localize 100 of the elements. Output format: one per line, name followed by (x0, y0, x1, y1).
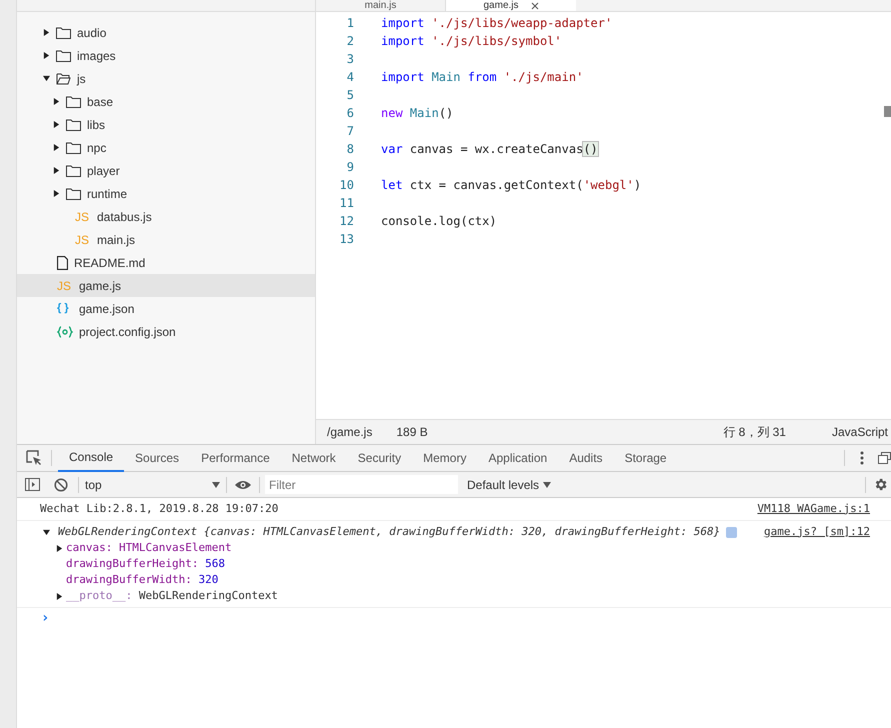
line-number: 8 (346, 141, 354, 158)
line-number: 12 (338, 213, 354, 230)
file-tree-item[interactable]: JS main.js (17, 228, 315, 251)
line-number: 6 (346, 105, 354, 122)
file-name: libs (87, 116, 106, 134)
line-number: 10 (338, 177, 354, 194)
line-number: 5 (346, 87, 354, 104)
file-tree-item[interactable]: player (17, 159, 315, 182)
file-path: /game.js (327, 424, 372, 441)
line-number: 4 (346, 69, 354, 86)
sidebar-toggle-icon[interactable] (25, 478, 40, 491)
devtools-tab[interactable]: Performance (190, 444, 281, 472)
file-tree-item[interactable]: project.config.json (17, 320, 315, 343)
object-property[interactable]: canvas: HTMLCanvasElement (66, 540, 232, 556)
more-options-icon[interactable] (860, 451, 864, 465)
console-prompt[interactable]: › (41, 608, 50, 628)
devtools-tab[interactable]: Sources (124, 444, 190, 472)
close-icon[interactable] (530, 2, 538, 10)
folder-icon (56, 26, 71, 38)
filter-field[interactable]: Filter (265, 475, 458, 494)
object-property: drawingBufferHeight: 568 (66, 556, 225, 572)
code-line: var canvas = wx.createCanvas() (381, 141, 598, 158)
dropdown-caret-icon (212, 482, 220, 488)
file-name: runtime (87, 186, 128, 202)
inspect-element-icon[interactable] (26, 450, 42, 466)
scrollbar-thumb[interactable] (884, 106, 891, 117)
devtools-tab[interactable]: Audits (558, 444, 614, 472)
line-number: 1 (346, 15, 354, 32)
collapsed-arrow-icon[interactable] (53, 121, 60, 128)
code-line: import './js/libs/weapp-adapter' (381, 15, 612, 32)
file-icon (57, 256, 68, 270)
file-tree-item[interactable]: images (17, 44, 315, 67)
devtools-tab[interactable]: Memory (412, 444, 478, 472)
dropdown-caret-icon (543, 482, 552, 488)
file-tree-item[interactable]: runtime (17, 182, 315, 205)
info-icon (726, 526, 738, 538)
collapsed-arrow-icon[interactable] (53, 167, 60, 174)
collapsed-arrow-icon[interactable] (56, 544, 63, 552)
context-select[interactable]: top (85, 476, 220, 494)
devtools-tab[interactable]: Network (280, 444, 347, 472)
file-tree-item[interactable]: JS game.js (17, 274, 315, 297)
code-line: import './js/libs/symbol' (381, 33, 562, 50)
file-name: main.js (97, 232, 136, 248)
source-link[interactable]: game.js? [sm]:12 (764, 524, 870, 540)
file-name: game.json (79, 300, 134, 318)
object-property: drawingBufferWidth: 320 (66, 572, 218, 588)
console-message: Wechat Lib:2.8.1, 2019.8.28 19:07:20 (40, 500, 278, 517)
js-file-icon: JS (75, 234, 91, 246)
file-name: game.js (79, 278, 122, 294)
eye-icon[interactable] (235, 480, 251, 490)
devtools-tab[interactable]: Security (346, 444, 412, 472)
file-name: npc (87, 140, 106, 156)
devtools-tab[interactable]: Storage (614, 444, 678, 472)
line-number: 7 (346, 123, 354, 140)
folder-icon (66, 142, 81, 154)
file-name: databus.js (97, 208, 152, 226)
language-mode[interactable]: JavaScript (832, 423, 888, 441)
expanded-arrow-icon[interactable] (43, 528, 50, 536)
line-number: 2 (346, 33, 354, 50)
config-file-icon (57, 326, 73, 338)
collapsed-arrow-icon[interactable] (53, 144, 60, 151)
source-link[interactable]: VM118 WAGame.js:1 (757, 500, 870, 518)
file-size: 189 B (396, 424, 428, 441)
undock-icon[interactable] (878, 452, 891, 464)
object-property[interactable]: __proto__: WebGLRenderingContext (66, 588, 278, 604)
collapsed-arrow-icon[interactable] (43, 29, 50, 36)
folder-icon (56, 50, 71, 62)
code-line: new Main() (381, 105, 454, 122)
file-tree-item[interactable]: JS databus.js (17, 205, 315, 228)
js-file-icon: JS (75, 210, 91, 222)
editor-tab[interactable]: game.js (446, 0, 576, 11)
clear-console-icon[interactable] (54, 478, 68, 492)
file-tree-item[interactable]: { } game.json (17, 297, 315, 320)
code-line: console.log(ctx) (381, 213, 497, 230)
json-file-icon: { } (57, 303, 73, 314)
folder-icon (66, 164, 81, 176)
collapsed-arrow-icon[interactable] (53, 98, 60, 105)
file-tree-item[interactable]: libs (17, 113, 315, 136)
devtools-tab[interactable]: Application (477, 444, 558, 472)
folder-icon (66, 118, 81, 130)
line-number: 13 (338, 231, 354, 248)
settings-icon[interactable] (873, 477, 888, 492)
log-levels-dropdown[interactable]: Default levels (467, 476, 552, 494)
object-summary[interactable]: WebGLRenderingContext {canvas: HTMLCanvasElement, drawingBufferWidth: 320, drawingBufferHeight: 568} (58, 524, 720, 540)
file-tree-item[interactable]: README.md (17, 251, 315, 274)
file-name: audio (77, 24, 106, 42)
file-name: js (77, 70, 86, 88)
collapsed-arrow-icon[interactable] (53, 190, 60, 197)
expanded-arrow-icon[interactable] (43, 75, 50, 82)
file-tree-item[interactable]: base (17, 90, 315, 113)
collapsed-arrow-icon[interactable] (56, 592, 63, 600)
folder-icon (66, 188, 81, 200)
file-tree-item[interactable]: audio (17, 21, 315, 44)
collapsed-arrow-icon[interactable] (43, 52, 50, 59)
file-name: images (77, 48, 116, 64)
code-line: let ctx = canvas.getContext('webgl') (381, 177, 642, 194)
file-tree-item[interactable]: js (17, 67, 315, 90)
file-name: player (87, 162, 120, 180)
tab-label: game.js (483, 0, 518, 10)
file-tree-item[interactable]: npc (17, 136, 315, 159)
